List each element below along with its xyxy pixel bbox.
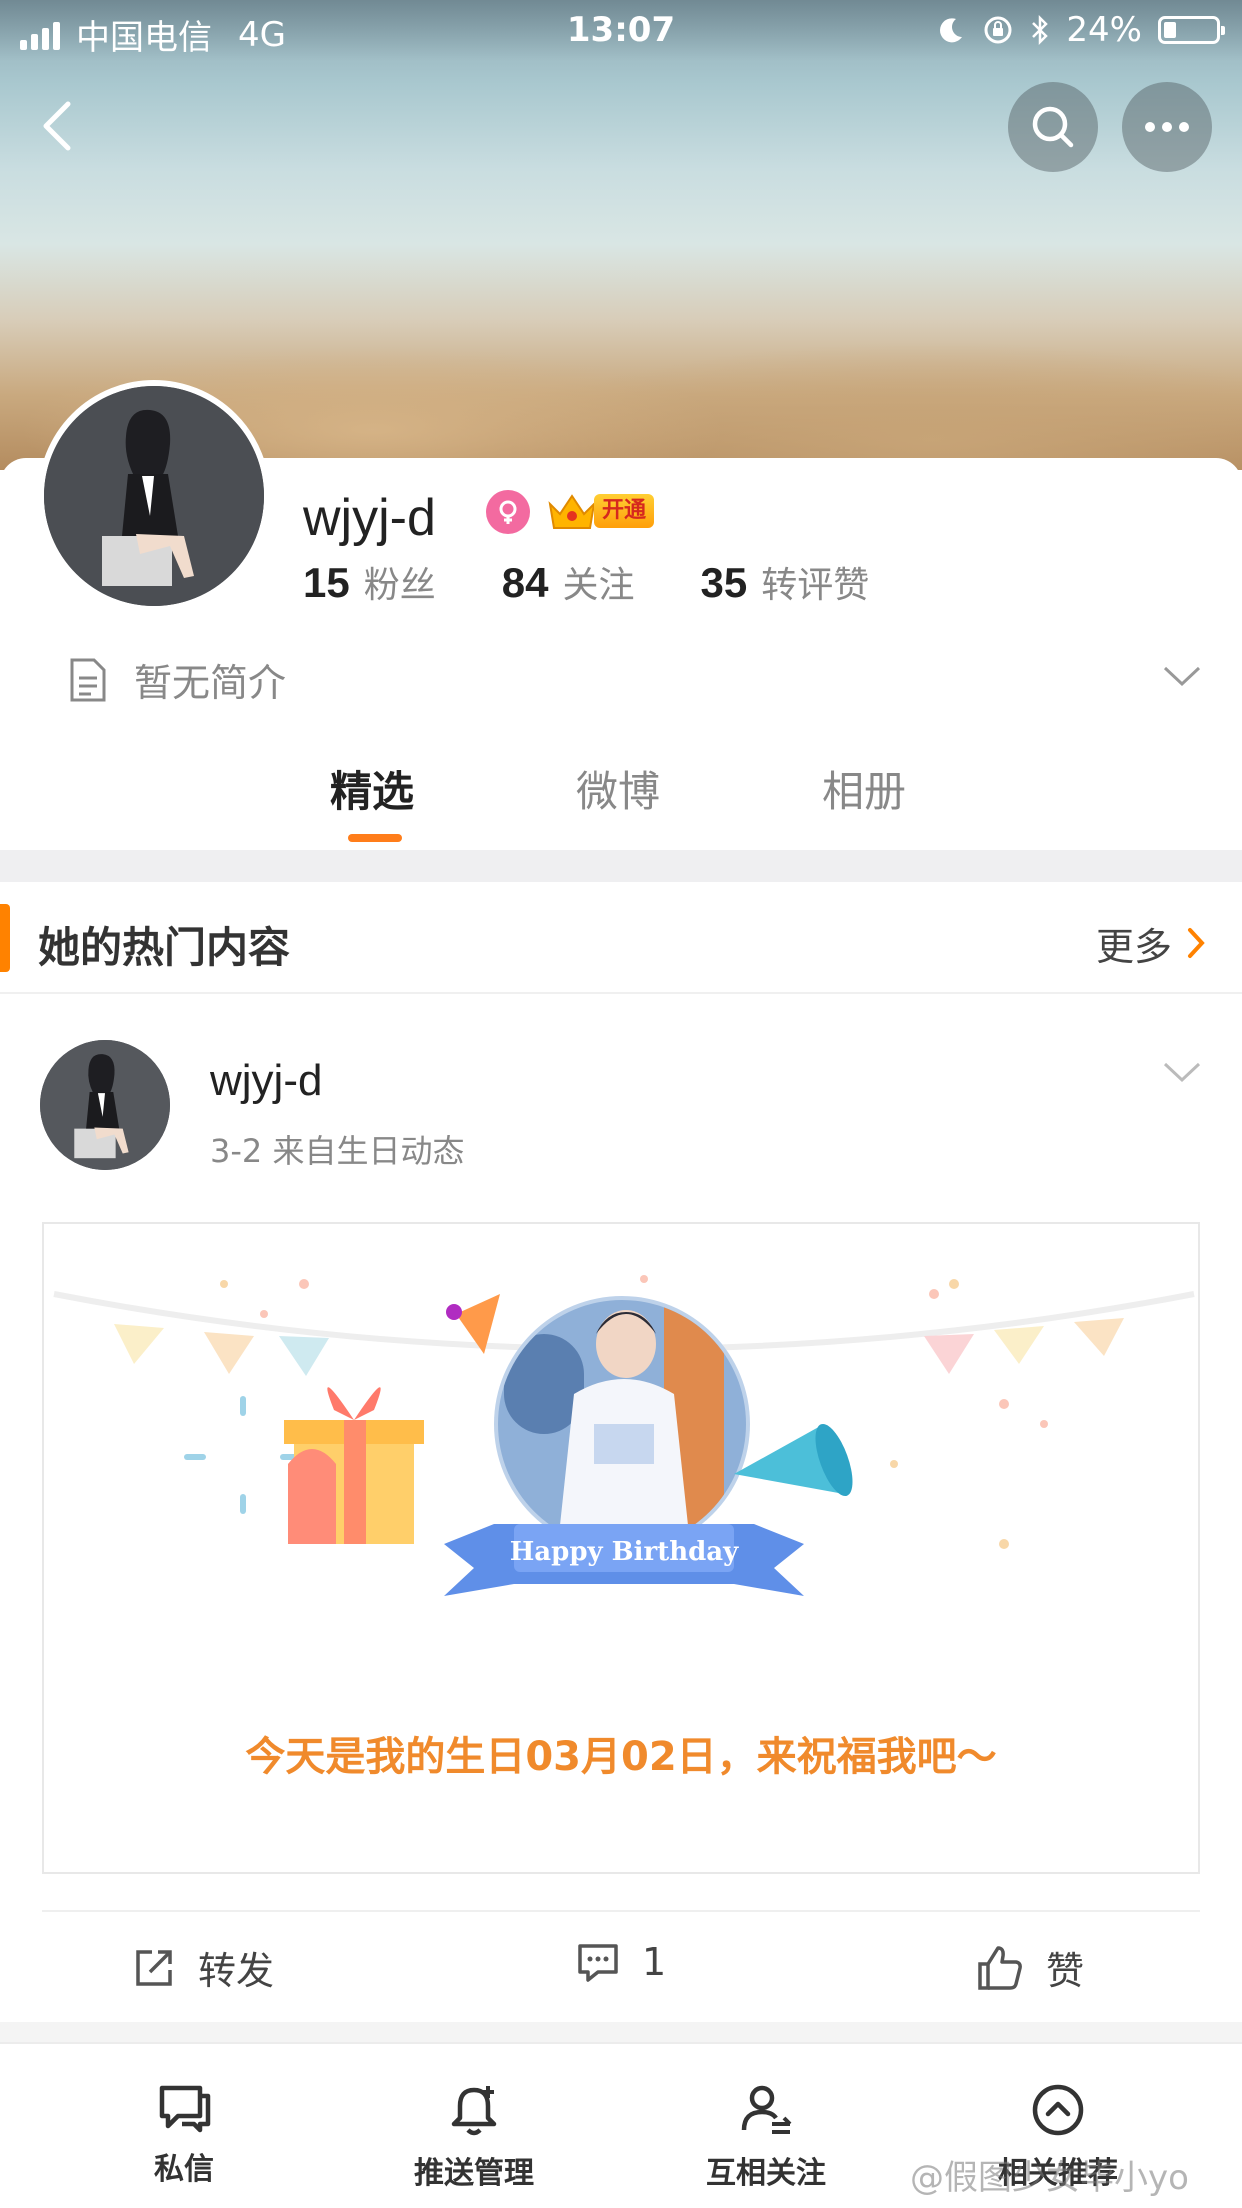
section-divider	[0, 850, 1242, 882]
like-button[interactable]: 赞	[976, 1940, 1084, 1995]
repost-button[interactable]: 转发	[132, 1940, 274, 1995]
bottom-separator	[0, 2022, 1242, 2042]
chevron-up-circle-icon	[1032, 2084, 1084, 2136]
happy-birthday-banner: Happy Birthday	[510, 1537, 739, 1567]
moon-icon	[940, 18, 963, 43]
avatar-photo	[40, 1040, 170, 1170]
mutual-follow-icon	[741, 2085, 792, 2134]
post-meta: 3-2 来自生日动态	[210, 1132, 465, 1170]
thumbs-up-icon	[978, 1945, 1022, 1990]
more-options-button[interactable]	[1122, 82, 1212, 172]
bluetooth-icon	[1032, 14, 1049, 46]
followers-stat[interactable]: 15 粉丝	[303, 556, 436, 608]
interactions-stat[interactable]: 35 转评赞	[700, 556, 869, 608]
followers-count: 15	[303, 559, 350, 606]
push-management-button[interactable]: 推送管理	[364, 2082, 584, 2192]
back-button[interactable]	[30, 96, 90, 156]
interactions-label: 转评赞	[761, 565, 870, 606]
chevron-left-icon	[43, 101, 71, 151]
chevron-down-icon[interactable]	[1162, 664, 1202, 688]
followers-label: 粉丝	[363, 565, 436, 606]
following-label: 关注	[562, 565, 635, 606]
section-accent-bar	[0, 904, 10, 972]
chevron-right-icon[interactable]	[1186, 926, 1206, 960]
profile-username: wjyj-d	[303, 489, 436, 547]
weibo-watermark: @假图少女毕小yo	[910, 2158, 1189, 2198]
comment-button[interactable]: 1	[576, 1940, 666, 1984]
tab-album[interactable]: 相册	[822, 758, 906, 819]
battery-percent: 24%	[1066, 10, 1142, 50]
chevron-down-icon[interactable]	[1162, 1060, 1202, 1084]
repost-label: 转发	[198, 1949, 275, 1993]
following-stat[interactable]: 84 关注	[502, 556, 635, 608]
interactions-count: 35	[700, 559, 748, 606]
hot-content-header: 她的热门内容 更多	[0, 882, 1242, 994]
repost-icon	[136, 1949, 172, 1986]
search-icon	[1032, 106, 1074, 148]
vip-open-badge[interactable]: 开通	[546, 490, 656, 534]
like-label: 赞	[1046, 1949, 1085, 1993]
profile-stats: 15 粉丝 84 关注 35 转评赞	[303, 556, 869, 608]
mutual-follow-label: 互相关注	[706, 2156, 826, 2191]
profile-avatar[interactable]	[38, 380, 270, 612]
more-dots-icon	[1145, 122, 1189, 132]
battery-icon	[1158, 16, 1225, 44]
profile-tabs: 精选 微博 相册	[0, 752, 1242, 848]
comment-icon	[578, 1944, 618, 1982]
birthday-card[interactable]: Happy Birthday 今天是我的生日03月02日，来祝福我吧～	[42, 1222, 1200, 1874]
following-count: 84	[501, 559, 549, 606]
private-message-label: 私信	[154, 2152, 214, 2187]
more-link[interactable]: 更多	[1096, 916, 1172, 971]
mutual-follow-button[interactable]: 互相关注	[656, 2082, 876, 2192]
bio-text: 暂无简介	[134, 661, 287, 705]
birthday-illustration: Happy Birthday	[53, 1275, 1195, 1596]
rotation-lock-icon	[984, 16, 1012, 44]
female-gender-icon	[486, 490, 530, 534]
active-tab-indicator	[348, 834, 402, 842]
birthday-message: 今天是我的生日03月02日，来祝福我吧～	[245, 1734, 997, 1780]
bio-row[interactable]: 暂无简介	[66, 652, 286, 707]
post-divider	[42, 1910, 1200, 1912]
message-icon	[159, 2085, 211, 2133]
section-title: 她的热门内容	[38, 923, 291, 972]
crown-icon	[548, 494, 596, 529]
comment-count: 1	[642, 1940, 667, 1984]
search-button[interactable]	[1008, 82, 1098, 172]
post-author-name[interactable]: wjyj-d	[210, 1056, 322, 1106]
post-actions: 转发 1 赞	[0, 1914, 1242, 2020]
post-author-avatar[interactable]	[40, 1040, 170, 1170]
bell-plus-icon	[451, 2086, 497, 2136]
private-message-button[interactable]: 私信	[74, 2082, 294, 2188]
push-management-label: 推送管理	[414, 2156, 534, 2191]
status-bar: 中国电信 4G 13:07 24%	[0, 0, 1242, 62]
tab-weibo[interactable]: 微博	[576, 758, 660, 819]
tab-featured[interactable]: 精选	[330, 758, 414, 819]
vip-open-label: 开通	[594, 494, 654, 528]
avatar-photo	[44, 386, 264, 606]
document-icon	[70, 658, 106, 701]
